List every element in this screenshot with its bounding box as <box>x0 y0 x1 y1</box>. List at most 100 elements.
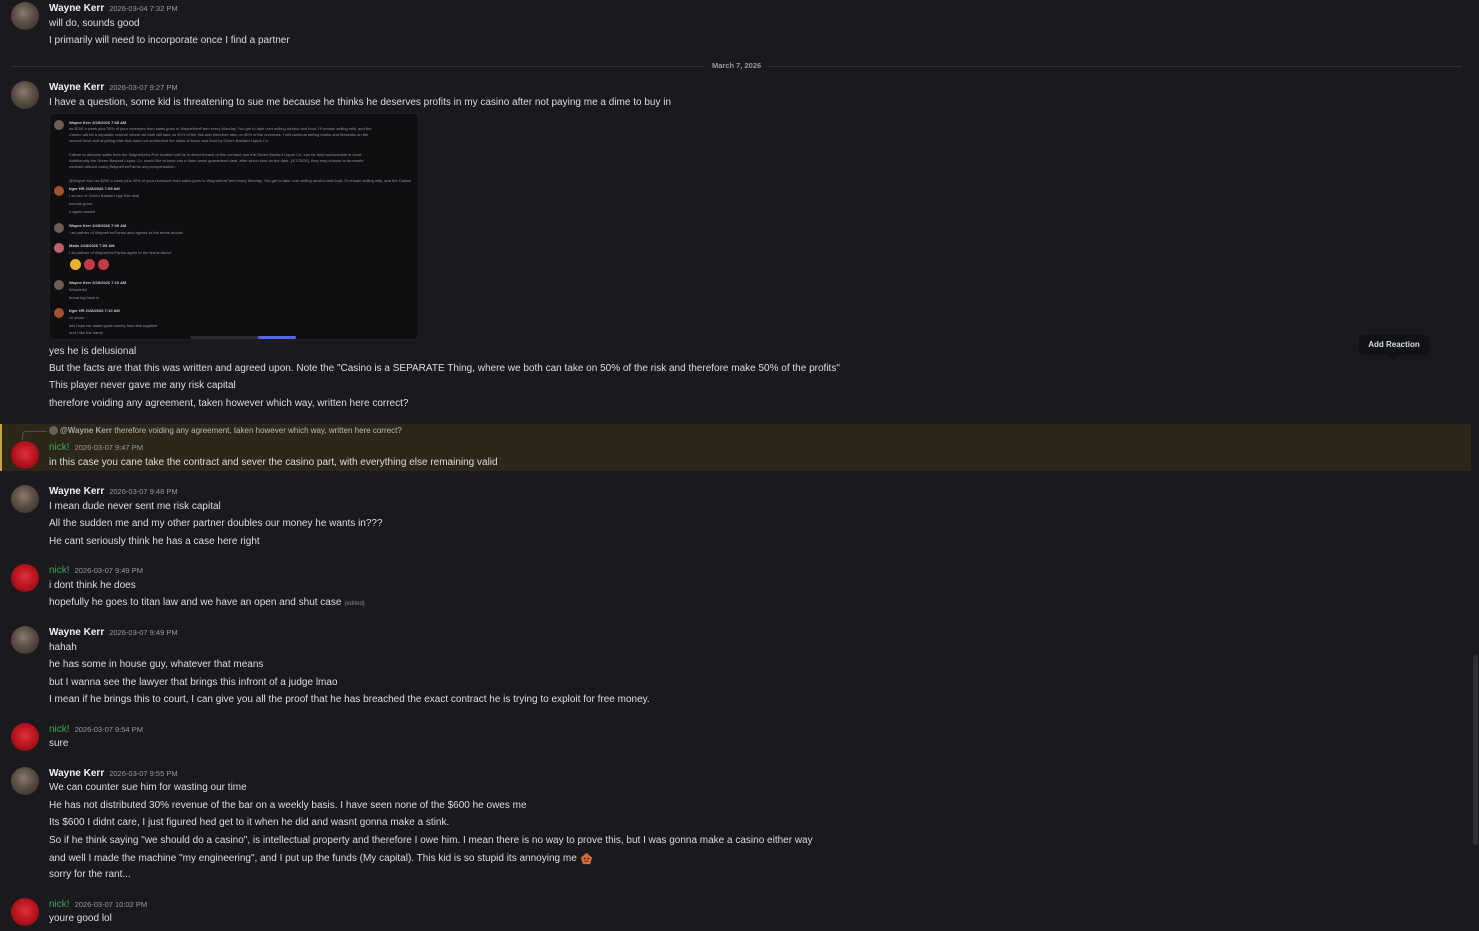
edited-label: (edited) <box>344 601 365 607</box>
scrollbar-thumb[interactable] <box>1473 655 1478 845</box>
attachment-avatar <box>54 243 64 253</box>
message-text: I mean if he brings this to court, I can… <box>49 694 650 705</box>
timestamp: 2026-03-07 10:02 PM <box>74 900 148 909</box>
message-text: hahah <box>49 642 77 653</box>
author-name[interactable]: nick! <box>49 899 70 910</box>
message-text: therefore voiding any agreement, taken h… <box>49 398 409 409</box>
attachment-text: tiger HR 2/28/2026 7:10 AM <box>69 308 120 313</box>
attachment-text: I as ceo of Green Bastard sign this deal <box>69 193 140 198</box>
emoji-icon <box>84 259 95 270</box>
avatar[interactable] <box>11 767 39 795</box>
reply-connector <box>22 431 47 440</box>
message-text: I primarily will need to incorporate onc… <box>49 35 290 46</box>
attachment-text: contract without owing WayneKerrFarms an… <box>69 164 176 169</box>
reply-avatar <box>49 426 58 436</box>
image-attachment[interactable]: Wayne Kerr 2/28/2026 7:08 AM as $200 a w… <box>49 113 419 340</box>
attachment-text: Additionally the Green Bastard Liquor Co… <box>69 158 364 163</box>
message-text: yes he is delusional <box>49 346 137 357</box>
message-text: Its $600 I didnt care, I just figured he… <box>49 817 450 828</box>
message-text: hopefully he goes to titan law and we ha… <box>49 597 365 608</box>
message-text: He has not distributed 30% revenue of th… <box>49 800 527 811</box>
reply-author[interactable]: @Wayne Kerr <box>60 426 112 435</box>
attachment-text: @Wayne Kerr as $200 a week plus 30% of y… <box>69 178 412 183</box>
attachment-avatar <box>54 223 64 233</box>
attachment-text: sounds good <box>69 201 92 206</box>
attachment-text: second level and anything else that does… <box>69 138 270 143</box>
attachment-text: Failure to disclose sales from the Wayne… <box>69 152 363 157</box>
message-text: youre good lol <box>49 913 112 924</box>
message-text: and well I made the machine "my engineer… <box>49 852 593 865</box>
author-name[interactable]: Wayne Kerr <box>49 627 104 638</box>
chat-message-list[interactable]: Wayne Kerr 2026-03-04 7:32 PM will do, so… <box>0 0 1471 931</box>
tooltip-arrow <box>1389 355 1399 360</box>
message-text: So if he think saying "we should do a ca… <box>49 835 813 846</box>
emoji-icon <box>70 259 81 270</box>
timestamp: 2026-03-07 9:47 PM <box>74 443 143 452</box>
attachment-text: Wonderful <box>69 287 88 292</box>
timestamp: 2026-03-07 9:27 PM <box>109 83 178 92</box>
message-text: will do, sounds good <box>49 18 140 29</box>
message-text: in this case you cane take the contract … <box>49 457 498 468</box>
timestamp: 2026-03-07 9:54 PM <box>74 725 143 734</box>
avatar[interactable] <box>11 2 39 30</box>
message-text: He cant seriously think he has a case he… <box>49 536 260 547</box>
author-name[interactable]: nick! <box>49 442 70 453</box>
timestamp: 2026-03-07 9:55 PM <box>109 769 178 778</box>
attachment-text: u agree aswell <box>69 209 95 214</box>
timestamp: 2026-03-07 9:49 PM <box>74 566 143 575</box>
message-text: All the sudden me and my other partner d… <box>49 518 383 529</box>
attachment-text: Wayne Kerr 2/28/2026 7:10 AM <box>69 280 127 285</box>
attachment-text: as $200 a week plus 30% of your revenues… <box>69 126 372 131</box>
message-text: but I wanna see the lawyer that brings t… <box>49 677 338 688</box>
attachment-text: lets hope we make good money from this t… <box>69 323 158 328</box>
message-text-content: and well I made the machine "my engineer… <box>49 853 577 865</box>
attachment-avatar <box>54 186 64 196</box>
message-text: he has some in house guy, whatever that … <box>49 659 264 670</box>
attachment-scrollbar-thumb <box>258 336 296 339</box>
author-name[interactable]: Wayne Kerr <box>49 486 104 497</box>
add-reaction-tooltip: Add Reaction <box>1359 335 1429 355</box>
attachment-text: I as partner of WayneKerrFarms agree to … <box>69 250 172 255</box>
message-text: i dont think he does <box>49 580 136 591</box>
attachment-text: vlr show <box>69 315 84 320</box>
attachment-text: and I like the name <box>69 330 103 335</box>
avatar[interactable] <box>11 723 39 751</box>
author-name[interactable]: nick! <box>49 724 70 735</box>
attachment-text: Wayne Kerr 2/28/2026 7:08 AM <box>69 120 127 125</box>
emoji-icon <box>98 259 109 270</box>
message-text-content: hopefully he goes to titan law and we ha… <box>49 597 342 608</box>
avatar[interactable] <box>11 564 39 592</box>
author-name[interactable]: Wayne Kerr <box>49 82 104 93</box>
author-name[interactable]: Wayne Kerr <box>49 768 104 779</box>
message-text: We can counter sue him for wasting our t… <box>49 782 247 793</box>
avatar[interactable] <box>11 626 39 654</box>
message-text: sure <box>49 738 69 749</box>
reply-preview[interactable]: @Wayne Kerr therefore voiding any agreem… <box>49 426 402 436</box>
attachment-text: Mads 2/28/2026 7:09 AM <box>69 243 115 248</box>
attachment-avatar <box>54 120 64 130</box>
attachment-avatar <box>54 308 64 318</box>
attachment-text: Imma log back in <box>69 295 100 300</box>
timestamp: 2026-03-04 7:32 PM <box>109 4 178 13</box>
attachment-text: Wayne Kerr 2/28/2026 7:09 AM <box>69 223 127 228</box>
reply-text: therefore voiding any agreement, taken h… <box>114 426 402 435</box>
avatar[interactable] <box>11 81 39 109</box>
message-text: sorry for the rant... <box>49 869 131 880</box>
avatar[interactable] <box>11 441 39 469</box>
message-text: This player never gave me any risk capit… <box>49 380 236 391</box>
date-divider-label: March 7, 2026 <box>705 61 769 70</box>
attachment-text: I as partner of WayneKerrFarms also agre… <box>69 230 184 235</box>
message-text: But the facts are that this was written … <box>49 363 840 374</box>
avatar[interactable] <box>11 485 39 513</box>
author-name[interactable]: Wayne Kerr <box>49 3 104 14</box>
angry-emoji-icon <box>580 852 592 865</box>
attachment-text: tiger HR 2/28/2026 7:09 AM <box>69 186 120 191</box>
attachment-avatar <box>54 280 64 290</box>
author-name[interactable]: nick! <box>49 565 70 576</box>
message-text: I have a question, some kid is threateni… <box>49 97 672 108</box>
timestamp: 2026-03-07 9:48 PM <box>109 487 178 496</box>
attachment-text: Casino will be a separate venture where … <box>69 132 369 137</box>
avatar[interactable] <box>11 898 39 926</box>
timestamp: 2026-03-07 9:49 PM <box>109 628 178 637</box>
message-text: I mean dude never sent me risk capital <box>49 501 221 512</box>
